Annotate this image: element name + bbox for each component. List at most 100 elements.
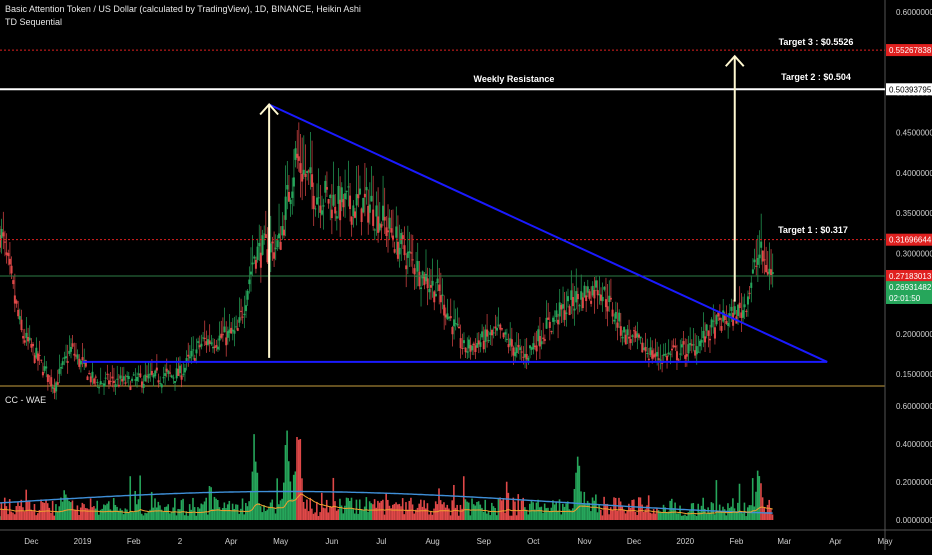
wae-bar [45, 500, 47, 520]
candle-body [492, 332, 495, 334]
candle-body [753, 259, 756, 263]
candle-body [619, 326, 622, 336]
candle-body [609, 297, 612, 300]
candle-body [748, 292, 751, 294]
wae-bar [164, 507, 166, 520]
candle-body [317, 197, 320, 199]
wae-bar [770, 508, 772, 520]
candle-body [405, 265, 408, 270]
wae-bar [154, 498, 156, 520]
candle-body [624, 334, 627, 345]
wae-bar [497, 498, 500, 520]
candle-body [178, 365, 181, 374]
wae-bar [469, 515, 472, 520]
wae-bar [84, 508, 87, 520]
wae-bar [327, 512, 330, 520]
wae-bar [438, 488, 440, 520]
candle-body [117, 384, 120, 387]
wae-bar [505, 481, 508, 520]
wae-bar [53, 515, 56, 520]
badge-prev-price: 0.26931482 [889, 283, 932, 292]
wae-bar [306, 499, 308, 520]
wae-bar [631, 499, 633, 520]
candle-body [433, 291, 436, 303]
price-tick-label: 0.20000000 [896, 330, 932, 339]
wae-bar [391, 504, 394, 520]
wae-bar [398, 503, 401, 520]
wae-bar [403, 514, 406, 520]
wae-bar [674, 502, 676, 520]
wae-bar [60, 497, 62, 520]
wae-bar [388, 505, 391, 520]
wae-bar [297, 439, 300, 520]
wae-bar [273, 507, 275, 520]
candle-body [46, 374, 49, 382]
wae-bar [401, 498, 404, 520]
candle-body [365, 187, 368, 191]
wae-bar [170, 512, 173, 520]
candle-body [659, 359, 662, 361]
wae-bar [768, 499, 771, 520]
wae-bar [694, 514, 696, 520]
candle-body [581, 297, 584, 309]
candle-body [188, 356, 191, 359]
wae-bar [46, 503, 49, 520]
wae-bar [611, 509, 614, 520]
wae-bar [720, 511, 723, 520]
wae-bar [626, 510, 629, 520]
wae-bar [274, 513, 277, 520]
wae-bar [261, 512, 264, 520]
wae-bar [127, 512, 130, 520]
candle-body [540, 341, 543, 345]
candle-body [210, 342, 213, 345]
candle-body [585, 295, 588, 302]
candles-group [0, 122, 774, 400]
candle-body [557, 319, 560, 325]
candle-body [547, 317, 550, 320]
candle-body [479, 342, 482, 347]
wae-bar [735, 511, 737, 520]
wae-bar [363, 506, 366, 520]
wae-bar [243, 514, 245, 520]
wae-bar [740, 511, 742, 520]
wae-bar [93, 506, 95, 520]
wae-bar [486, 513, 488, 520]
candle-body [69, 346, 72, 352]
candle-body [147, 374, 150, 379]
candle-body [436, 278, 439, 284]
candle-body [292, 177, 295, 187]
wae-bar [352, 508, 354, 520]
wae-bar [383, 514, 386, 520]
wae-bar [540, 506, 543, 520]
candle-body [398, 247, 401, 255]
candle-body [604, 299, 607, 308]
candle-body [441, 294, 444, 296]
candle-body [259, 252, 262, 268]
candle-body [236, 328, 239, 331]
candle-body [347, 186, 350, 188]
wae-bar [165, 506, 168, 520]
candle-body [312, 195, 315, 209]
candle-body [487, 340, 490, 342]
candle-body [233, 330, 236, 334]
wae-bar [129, 476, 132, 520]
candle-body [344, 193, 347, 200]
candle-body [327, 199, 330, 204]
candle-body [746, 296, 749, 305]
wae-bar [538, 507, 541, 520]
candle-body [680, 344, 683, 348]
candle-body [50, 377, 53, 386]
candle-body [66, 361, 69, 363]
wae-bar [428, 514, 430, 520]
candle-body [373, 229, 376, 231]
wae-bar [15, 506, 18, 520]
candle-body [76, 354, 79, 359]
chart-svg: Weekly Resistance Target 3 : $0.5526 Targe… [0, 0, 932, 550]
wae-bar [136, 504, 138, 520]
candle-body [641, 342, 644, 353]
wae-bar [560, 514, 562, 520]
candle-body [629, 339, 632, 344]
wae-bar [263, 505, 265, 520]
wae-bar [73, 510, 75, 520]
candle-body [411, 259, 414, 261]
